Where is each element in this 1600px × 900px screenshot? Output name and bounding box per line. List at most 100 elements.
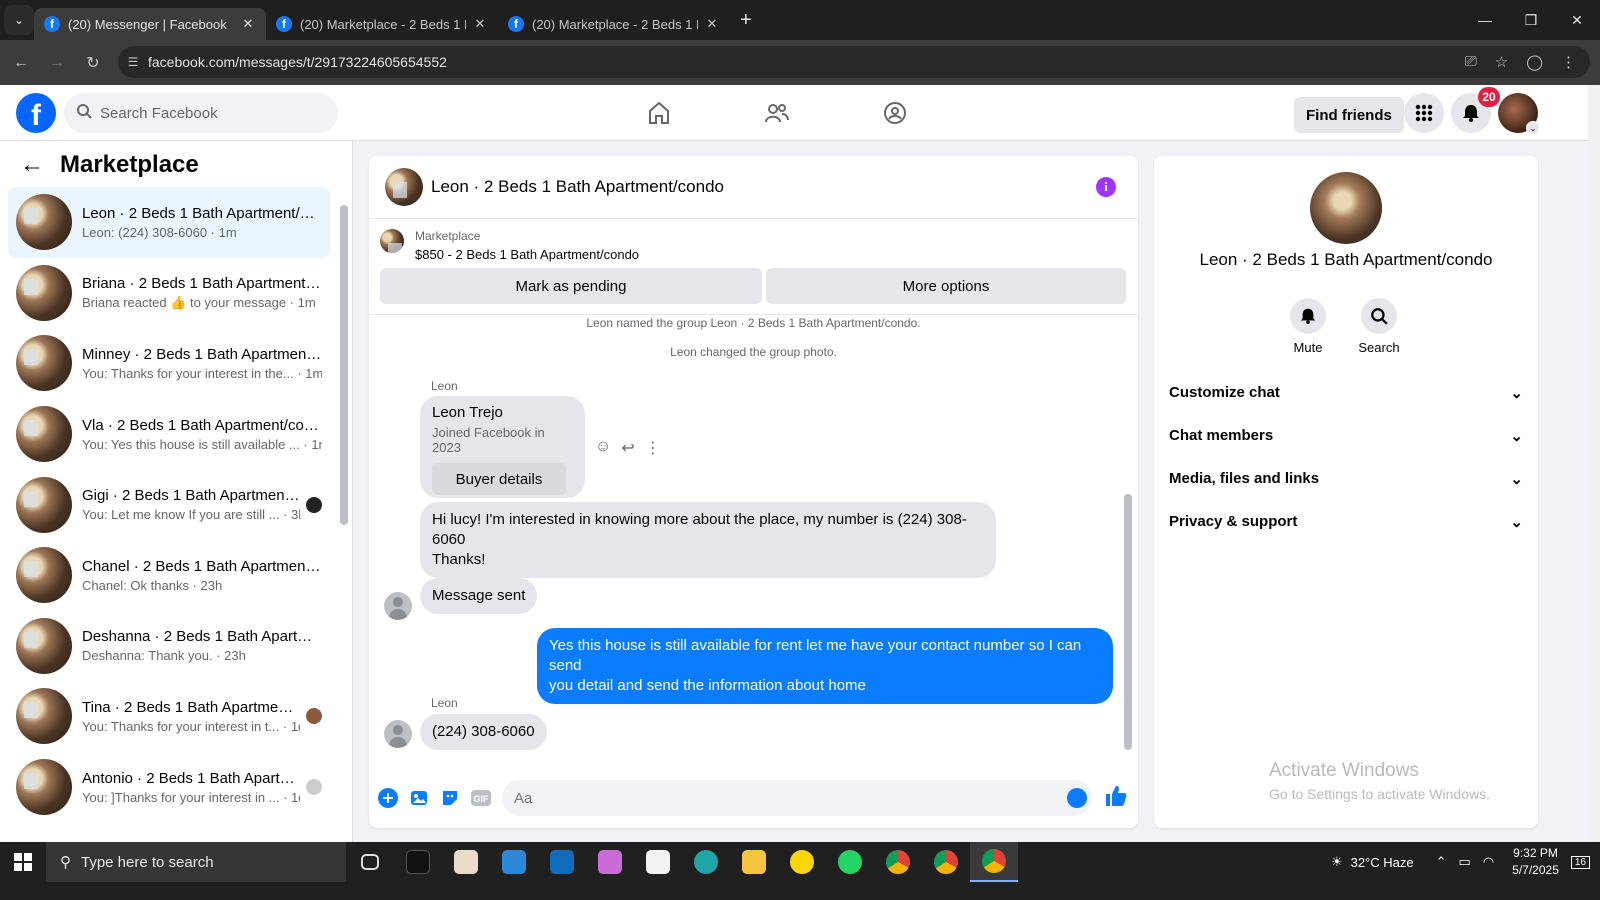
paint-icon[interactable] — [442, 842, 490, 882]
site-info-icon[interactable]: ☰ — [118, 55, 148, 69]
wifi-icon[interactable]: ◠ — [1483, 854, 1494, 870]
clock[interactable]: 9:32 PM 5/7/2025 — [1512, 845, 1559, 879]
nav-friends[interactable] — [718, 85, 836, 141]
forward-icon[interactable]: → — [42, 54, 72, 72]
chrome-active-icon[interactable] — [970, 842, 1018, 882]
edge-icon[interactable] — [682, 842, 730, 882]
mark-as-pending-button[interactable]: Mark as pending — [380, 268, 762, 304]
tab-search-dropdown[interactable]: ⌄ — [4, 5, 34, 35]
profile-icon[interactable]: ◯ — [1526, 53, 1543, 71]
emoji-icon[interactable] — [1067, 788, 1087, 808]
chat-profile-avatar[interactable] — [1310, 172, 1382, 244]
conversation-item[interactable]: Tina · 2 Beds 1 Bath Apartment/condo You:… — [8, 681, 330, 752]
search-in-chat-button[interactable]: Search — [1349, 298, 1409, 355]
back-arrow-icon[interactable]: ← — [20, 151, 44, 179]
chrome-profile-icon[interactable] — [922, 842, 970, 882]
conversation-item[interactable]: Chanel · 2 Beds 1 Bath Apartment/condo Ch… — [8, 540, 330, 611]
weather-icon[interactable]: ☀ — [1331, 854, 1343, 870]
nav-groups[interactable] — [836, 85, 954, 141]
notification-count[interactable]: 16 — [1570, 855, 1590, 869]
conversation-name: Minney · 2 Beds 1 Bath Apartment/condo — [82, 345, 322, 363]
chat-title[interactable]: Leon · 2 Beds 1 Bath Apartment/condo — [431, 177, 724, 197]
install-app-icon[interactable]: ⎚ — [1465, 53, 1477, 71]
message-bubble[interactable]: (224) 308-6060 — [420, 714, 547, 750]
thumbs-up-icon[interactable] — [1104, 784, 1128, 813]
center-navigation — [600, 85, 954, 141]
buyer-details-button[interactable]: Buyer details — [432, 463, 566, 495]
add-icon[interactable] — [372, 786, 403, 810]
address-bar[interactable]: ☰ facebook.com/messages/t/29173224605654… — [118, 46, 1590, 78]
message-bubble[interactable]: Message sent — [420, 578, 538, 614]
chrome-icon[interactable] — [874, 842, 922, 882]
outlook-icon[interactable] — [538, 842, 586, 882]
photo-icon[interactable] — [403, 786, 434, 810]
reload-icon[interactable]: ↻ — [78, 53, 108, 73]
customize-chat-section[interactable]: Customize chat ⌄ — [1169, 371, 1523, 414]
battery-icon[interactable]: ▭ — [1459, 854, 1471, 870]
listing-thumbnail[interactable] — [380, 229, 404, 253]
seen-avatar — [306, 496, 322, 513]
privacy-support-section[interactable]: Privacy & support ⌄ — [1169, 500, 1523, 543]
sticker-icon[interactable] — [434, 786, 465, 810]
weather-text[interactable]: 32°C Haze — [1351, 855, 1414, 870]
conversation-item[interactable]: Minney · 2 Beds 1 Bath Apartment/condo Yo… — [8, 328, 330, 399]
mute-button[interactable]: Mute — [1278, 298, 1338, 355]
message-actions: ☺ ↩ ⋮ — [595, 438, 661, 458]
more-options-button[interactable]: More options — [766, 268, 1126, 304]
facebook-search-input[interactable]: Search Facebook — [64, 93, 338, 133]
windows-start-icon[interactable] — [0, 853, 46, 871]
microsoft-365-icon[interactable] — [490, 842, 538, 882]
conversation-item[interactable]: Antonio · 2 Beds 1 Bath Apartment/condo Y… — [8, 752, 330, 823]
reply-icon[interactable]: ↩ — [621, 438, 634, 458]
media-files-links-section[interactable]: Media, files and links ⌄ — [1169, 457, 1523, 500]
message-input[interactable] — [502, 780, 1092, 816]
listing-title[interactable]: $850 - 2 Beds 1 Bath Apartment/condo — [415, 247, 639, 262]
nav-home[interactable] — [600, 85, 718, 141]
norton-icon[interactable] — [778, 842, 826, 882]
task-view-icon[interactable] — [346, 842, 394, 882]
chat-scrollbar[interactable] — [1124, 494, 1132, 750]
whatsapp-icon[interactable] — [826, 842, 874, 882]
minimize-icon[interactable]: — — [1462, 0, 1508, 40]
gif-icon[interactable]: GIF — [465, 786, 496, 810]
own-message-bubble[interactable]: Yes this house is still available for re… — [537, 628, 1113, 704]
chat-members-section[interactable]: Chat members ⌄ — [1169, 414, 1523, 457]
close-tab-icon[interactable]: ✕ — [240, 16, 256, 32]
conversation-item[interactable]: Gigi · 2 Beds 1 Bath Apartment/condo You:… — [8, 469, 330, 540]
menu-dots-icon[interactable]: ⋮ — [1561, 53, 1576, 71]
menu-button[interactable] — [1404, 93, 1444, 133]
facebook-logo[interactable]: f — [16, 93, 56, 133]
grid-menu-icon — [1415, 104, 1433, 122]
tab-marketplace-2[interactable]: f (20) Marketplace - 2 Beds 1 Bath ✕ — [498, 8, 730, 40]
url-text[interactable]: facebook.com/messages/t/2917322460565455… — [148, 54, 1465, 70]
tiktok-icon[interactable] — [394, 842, 442, 882]
conversation-item[interactable]: Leon · 2 Beds 1 Bath Apartment/condo Leon… — [8, 187, 330, 258]
conversation-item[interactable]: Vla · 2 Beds 1 Bath Apartment/condo You: … — [8, 399, 330, 470]
copilot-icon[interactable] — [586, 842, 634, 882]
restore-icon[interactable]: ❐ — [1508, 0, 1554, 40]
tab-marketplace-1[interactable]: f (20) Marketplace - 2 Beds 1 Bath ✕ — [266, 8, 498, 40]
find-friends-button[interactable]: Find friends — [1294, 97, 1404, 133]
react-emoji-icon[interactable]: ☺ — [595, 438, 611, 458]
close-tab-icon[interactable]: ✕ — [704, 16, 720, 32]
chat-avatar[interactable] — [385, 168, 423, 206]
facebook-favicon-icon: f — [44, 16, 60, 32]
chevron-up-icon[interactable]: ⌃ — [1436, 854, 1447, 870]
store-icon[interactable] — [634, 842, 682, 882]
tab-messenger[interactable]: f (20) Messenger | Facebook ✕ — [34, 8, 266, 40]
new-tab-button[interactable]: + — [740, 9, 752, 32]
more-dots-icon[interactable]: ⋮ — [645, 438, 661, 458]
close-tab-icon[interactable]: ✕ — [472, 16, 488, 32]
taskbar-search[interactable]: ⚲ Type here to search — [46, 842, 346, 882]
info-icon[interactable]: i — [1096, 177, 1116, 197]
account-avatar[interactable]: ⌄ — [1498, 93, 1540, 135]
file-explorer-icon[interactable] — [730, 842, 778, 882]
back-icon[interactable]: ← — [6, 54, 36, 72]
close-window-icon[interactable]: ✕ — [1554, 0, 1600, 40]
page-scrollbar[interactable] — [1588, 85, 1600, 842]
conversation-item[interactable]: Deshanna · 2 Beds 1 Bath Apartment/condo… — [8, 611, 330, 682]
conversation-item[interactable]: Briana · 2 Beds 1 Bath Apartment/condo Br… — [8, 258, 330, 329]
sidebar-scrollbar[interactable] — [340, 205, 348, 525]
message-bubble[interactable]: Hi lucy! I'm interested in knowing more … — [420, 502, 996, 578]
bookmark-star-icon[interactable]: ☆ — [1495, 53, 1508, 71]
